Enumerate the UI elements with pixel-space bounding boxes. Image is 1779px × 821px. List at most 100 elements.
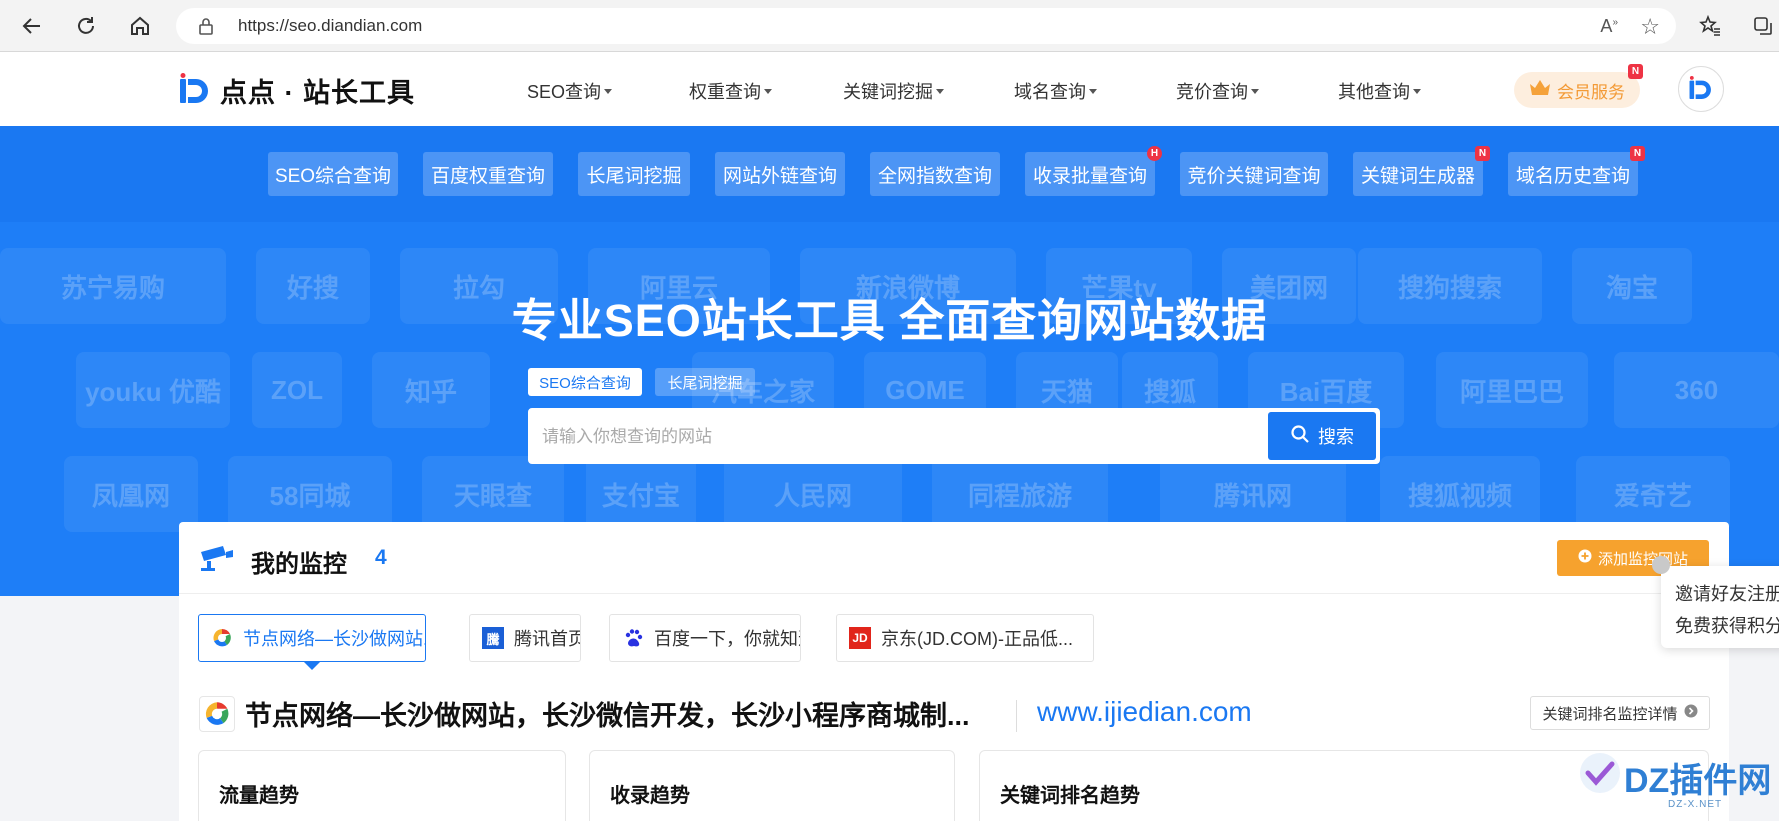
add-favorite-icon[interactable]: ☆: [1640, 14, 1660, 40]
quick-link-baidu-weight[interactable]: 百度权重查询: [423, 152, 553, 196]
quick-link-longtail[interactable]: 长尾词挖掘: [578, 152, 690, 196]
quick-link-batch-index[interactable]: 收录批量查询 H: [1025, 146, 1162, 196]
vip-label: 会员服务: [1557, 82, 1625, 102]
bg-logo-tile: 阿里巴巴: [1436, 352, 1588, 428]
nav-domain-query[interactable]: 域名查询: [1014, 78, 1097, 104]
crown-icon: [1529, 79, 1551, 102]
refresh-icon[interactable]: [70, 10, 102, 42]
quick-link-label: 全网指数查询: [877, 165, 992, 187]
quick-link-label: 收录批量查询: [1032, 165, 1147, 187]
bg-logo-tile: ZOL: [252, 352, 342, 428]
site-tab-tencent[interactable]: 騰 腾讯首页: [469, 614, 581, 662]
invite-line-2: 免费获得积分: [1675, 616, 1779, 636]
caret-down-icon: [1089, 88, 1097, 94]
quick-link-index[interactable]: 全网指数查询: [870, 152, 1000, 196]
quick-link-label: 竞价关键词查询: [1187, 165, 1321, 187]
read-aloud-icon[interactable]: A»: [1600, 16, 1618, 37]
close-popup-icon[interactable]: [1652, 556, 1670, 574]
caret-down-icon: [1251, 88, 1259, 94]
monitor-title: 我的监控: [251, 551, 347, 578]
bg-logo-tile: 搜狐视频: [1380, 456, 1540, 532]
caret-down-icon: [1413, 88, 1421, 94]
monitor-camera-icon: [199, 544, 235, 577]
nav-keyword-mining[interactable]: 关键词挖掘: [843, 78, 944, 104]
caret-down-icon: [604, 88, 613, 94]
search-box: 搜索: [528, 408, 1380, 464]
keyword-rank-detail-button[interactable]: 关键词排名监控详情: [1530, 696, 1710, 730]
nav-other-query[interactable]: 其他查询: [1338, 78, 1421, 104]
bg-logo-tile: 天眼查: [422, 456, 564, 532]
card-title: 流量趋势: [219, 785, 299, 807]
search-icon: [1290, 424, 1310, 449]
site-header: 点点 · 站长工具 SEO查询 权重查询 关键词挖掘 域名查询 竞价查询 其他查…: [0, 52, 1779, 126]
back-icon[interactable]: [16, 10, 48, 42]
logo-mark-icon: [178, 73, 212, 107]
search-button[interactable]: 搜索: [1268, 412, 1376, 460]
quick-link-label: 百度权重查询: [430, 165, 545, 187]
invite-line-1: 邀请好友注册: [1675, 584, 1779, 604]
hero-title: 专业SEO站长工具 全面查询网站数据: [511, 295, 1268, 346]
nav-label: 竞价查询: [1176, 82, 1248, 102]
bg-logo-tile: 58同城: [228, 456, 392, 532]
quick-link-label: 关键词生成器: [1360, 165, 1475, 187]
nav-bid-query[interactable]: 竞价查询: [1176, 78, 1259, 104]
logo-text: 点点 · 站长工具: [220, 77, 415, 108]
site-tab-jd[interactable]: JD 京东(JD.COM)-正品低...: [836, 614, 1094, 662]
home-icon[interactable]: [124, 10, 156, 42]
invite-friends-popup[interactable]: 邀请好友注册 免费获得积分: [1661, 566, 1779, 648]
bg-logo-tile: 同程旅游: [932, 456, 1108, 532]
new-badge: N: [1630, 146, 1645, 161]
new-badge: N: [1475, 146, 1490, 161]
bg-logo-tile: 知乎: [372, 352, 490, 428]
site-tab-label: 百度一下，你就知道: [654, 629, 801, 649]
bg-logo-tile: 腾讯网: [1160, 456, 1346, 532]
tencent-favicon-icon: 騰: [482, 627, 504, 649]
monitor-header: 我的监控 4 添加监控网站: [179, 522, 1729, 594]
baidu-paw-icon: [622, 627, 644, 649]
vip-service-button[interactable]: 会员服务 N: [1514, 64, 1643, 108]
quick-link-domain-history[interactable]: 域名历史查询 N: [1508, 146, 1645, 196]
hot-badge: H: [1147, 146, 1162, 161]
traffic-trend-card: 流量趋势: [198, 750, 566, 821]
site-tab-label: 节点网络—长沙做网站...: [243, 629, 426, 649]
quick-link-bid-keywords[interactable]: 竞价关键词查询: [1180, 152, 1328, 196]
watermark-text: DZ插件网: [1624, 762, 1772, 800]
caret-down-icon: [764, 88, 772, 94]
quick-link-keyword-generator[interactable]: 关键词生成器 N: [1353, 146, 1490, 196]
monitor-panel: 我的监控 4 添加监控网站 节点网络—长沙做网站... 騰 腾讯首页 百度一下，…: [179, 522, 1729, 821]
arrow-right-circle-icon: [1684, 704, 1698, 722]
quick-link-seo[interactable]: SEO综合查询: [268, 152, 398, 196]
detail-button-label: 关键词排名监控详情: [1542, 705, 1678, 723]
site-title: 节点网络—长沙做网站，长沙微信开发，长沙小程序商城制...: [245, 701, 970, 731]
search-tab-seo[interactable]: SEO综合查询: [528, 368, 642, 396]
plus-circle-icon: [1578, 549, 1592, 567]
site-tab-baidu[interactable]: 百度一下，你就知道: [609, 614, 801, 662]
nav-seo-query[interactable]: SEO查询: [527, 78, 613, 104]
site-url-link[interactable]: www.ijiedian.com: [1037, 696, 1252, 728]
site-tab-jiedian[interactable]: 节点网络—长沙做网站...: [198, 614, 426, 662]
search-button-label: 搜索: [1318, 427, 1354, 447]
active-tab-pointer: [303, 661, 321, 670]
monitor-count: 4: [375, 546, 387, 569]
site-logo[interactable]: 点点 · 站长工具: [178, 70, 415, 110]
card-title: 关键词排名趋势: [1000, 785, 1140, 807]
quick-link-label: 网站外链查询: [722, 165, 837, 187]
watermark-subtext: DZ-X.NET: [1668, 799, 1723, 810]
quick-link-backlinks[interactable]: 网站外链查询: [715, 152, 845, 196]
site-tab-label: 京东(JD.COM)-正品低...: [881, 629, 1073, 649]
address-bar[interactable]: https://seo.diandian.com A» ☆: [176, 8, 1676, 44]
browser-toolbar: https://seo.diandian.com A» ☆: [0, 0, 1779, 52]
nav-label: 域名查询: [1014, 82, 1086, 102]
nav-weight-query[interactable]: 权重查询: [689, 78, 772, 104]
search-tab-longtail[interactable]: 长尾词挖掘: [655, 368, 755, 396]
quick-link-label: 域名历史查询: [1515, 165, 1630, 187]
search-input[interactable]: [542, 420, 1242, 454]
caret-down-icon: [936, 88, 944, 94]
collections-icon[interactable]: [1747, 10, 1779, 42]
favorites-icon[interactable]: [1694, 10, 1726, 42]
nav-label: 关键词挖掘: [843, 82, 933, 102]
nav-label: SEO查询: [527, 82, 602, 102]
lock-icon: [198, 17, 214, 40]
user-avatar[interactable]: [1678, 66, 1724, 112]
card-title: 收录趋势: [610, 785, 690, 807]
